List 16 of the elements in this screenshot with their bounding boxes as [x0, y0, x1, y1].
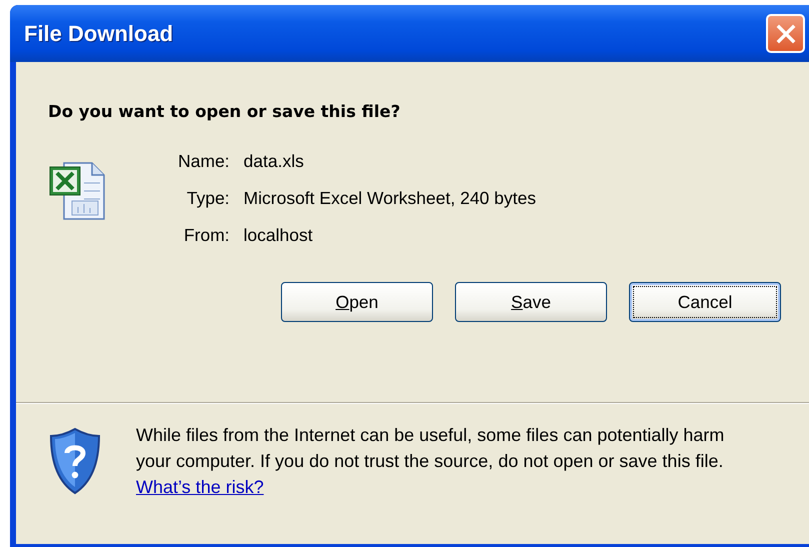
dialog-button[interactable]: Save [455, 282, 607, 322]
field-label: From: [182, 225, 230, 246]
close-icon [774, 22, 796, 44]
field-value: localhost [244, 225, 314, 246]
field-label: Type: [186, 188, 230, 209]
dialog-button[interactable]: Open [281, 282, 433, 322]
warning-text: While files from the Internet can be useful, some files can potentially harm your computer. If you do not trust the source, do not open or save this file. What’s the risk? [136, 424, 726, 499]
question-text: Do you want to open or save this file? [48, 102, 402, 121]
close-button[interactable] [766, 14, 805, 53]
field-label: Name: [178, 151, 230, 172]
field-value: data.xls [244, 151, 305, 172]
risk-link[interactable]: What’s the risk? [136, 477, 264, 497]
shield-help-icon [48, 426, 102, 496]
field-value: Microsoft Excel Worksheet, 240 bytes [244, 188, 536, 209]
dialog-button[interactable]: Cancel [629, 282, 781, 322]
window-title: File Download [24, 20, 174, 46]
